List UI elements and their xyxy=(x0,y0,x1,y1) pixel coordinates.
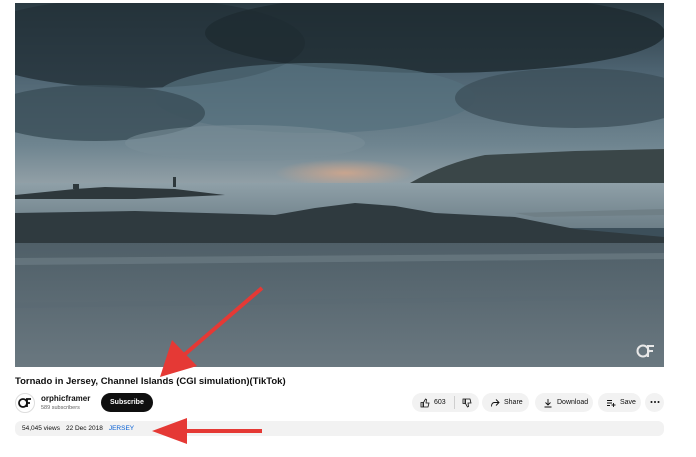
channel-row: orphicframer 589 subscribers Subscribe 6… xyxy=(15,392,664,414)
video-title: Tornado in Jersey, Channel Islands (CGI … xyxy=(15,376,286,387)
save-label: Save xyxy=(620,399,636,406)
thumbs-down-icon xyxy=(462,398,472,408)
more-actions-button[interactable] xyxy=(645,393,664,412)
like-dislike-group: 603 xyxy=(412,393,479,412)
video-player[interactable] xyxy=(15,3,664,367)
save-button[interactable]: Save xyxy=(598,393,641,412)
channel-logo-icon xyxy=(18,398,31,408)
download-label: Download xyxy=(557,399,589,406)
video-frame xyxy=(15,3,664,367)
like-button[interactable]: 603 xyxy=(412,393,454,412)
like-count: 603 xyxy=(434,399,446,406)
channel-avatar[interactable] xyxy=(15,393,35,413)
description-box[interactable]: 54,045 views 22 Dec 2018 JERSEY xyxy=(15,421,664,436)
save-playlist-icon xyxy=(606,398,616,408)
share-icon xyxy=(490,398,500,408)
share-label: Share xyxy=(504,399,523,406)
upload-date: 22 Dec 2018 xyxy=(65,425,103,432)
share-button[interactable]: Share xyxy=(482,393,529,412)
dislike-button[interactable] xyxy=(455,398,479,408)
more-icon xyxy=(650,393,660,412)
hashtag-link[interactable]: JERSEY xyxy=(109,425,134,432)
download-button[interactable]: Download xyxy=(535,393,593,412)
download-icon xyxy=(543,398,553,408)
view-count: 54,045 views xyxy=(22,425,60,432)
youtube-watch-page: Tornado in Jersey, Channel Islands (CGI … xyxy=(0,0,696,457)
subscribe-button[interactable]: Subscribe xyxy=(101,393,153,412)
subscriber-count: 589 subscribers xyxy=(41,405,80,411)
channel-logo-watermark-icon xyxy=(636,343,656,359)
thumbs-up-icon xyxy=(420,397,430,408)
channel-name[interactable]: orphicframer xyxy=(41,394,90,403)
